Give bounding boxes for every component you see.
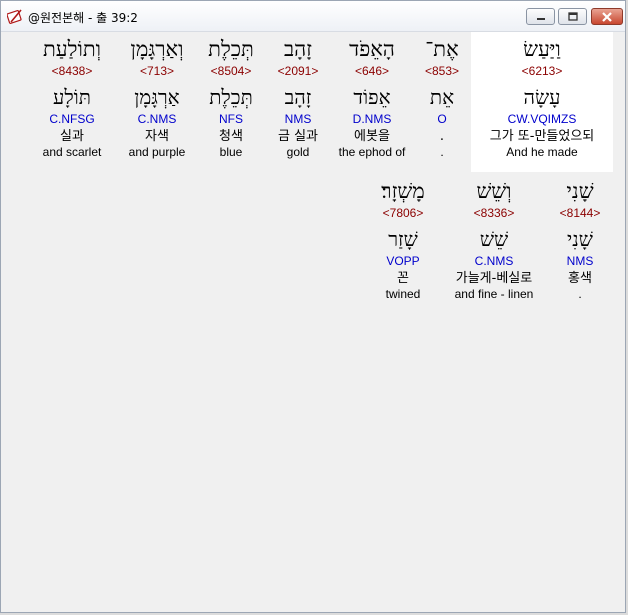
title-bar[interactable]: @원전본해 - 출 39:2 [1,1,625,32]
morphology: NFS [219,112,243,126]
korean-gloss: 실과 [60,129,84,144]
word-weshesh[interactable]: וְשֵׁשׁ <8336> שֵׁשׁ C.NMS 가늘게-베실로 and f… [442,178,546,302]
word-shani[interactable]: שָׁנִי <8144> שָׁנִי NMS 홍색 . [550,178,610,302]
window-title: @원전본해 - 출 39:2 [28,11,138,25]
hebrew-word: שָׁנִי [566,179,594,203]
english-gloss: twined [385,287,421,301]
lemma: שָׁנִי [567,227,593,251]
korean-gloss: 에봇을 [354,129,390,144]
minimize-button[interactable] [526,8,555,25]
lemma: שָׁזַר [388,227,418,251]
lemma: תְּכֵלֶת [209,85,253,109]
strong-number: <8336> [473,206,515,220]
lemma: שֵׁשׁ [479,227,509,251]
english-gloss: And he made [506,145,578,159]
word-weargaman[interactable]: וְאַרְגָּמָן <713> אַרְגָּמָן C.NMS 자색 a… [120,36,194,160]
hebrew-word: תְּכֵלֶת [208,37,254,61]
english-gloss: . [578,287,582,301]
word-wayyaas[interactable]: וַיַּעַשׂ <6213> עָשָׂה CW.VQIMZS 그가 또-만… [471,36,613,160]
word-tekhelet[interactable]: תְּכֵלֶת <8504> תְּכֵלֶת NFS 청색 blue [200,36,262,160]
english-gloss: blue [219,145,243,159]
english-gloss: . [440,145,444,159]
word-haephod[interactable]: הָאֵפֹד <646> אֵפוֹד D.NMS 에봇을 the ephod… [332,36,412,160]
strong-number: <7806> [382,206,424,220]
maximize-icon [567,11,579,22]
hebrew-word: וְשֵׁשׁ [476,179,512,203]
strong-number: <6213> [521,64,563,78]
korean-gloss: 홍색 [568,271,592,286]
lemma: תּוֹלָע [53,85,91,109]
hebrew-word: זָהָב [283,37,313,61]
english-gloss: gold [286,145,310,159]
morphology: NMS [566,254,594,268]
hebrew-word: וְתוֹלַעַת [42,37,102,61]
strong-number: <853> [424,64,460,78]
korean-gloss: 꼰 [397,271,409,286]
hebrew-word: אֶת־ [425,37,459,61]
korean-gloss: 청색 [219,129,243,144]
word-et[interactable]: אֶת־ <853> אֵת O . . [416,36,468,160]
lemma: אֵת [429,85,455,109]
korean-gloss: 금 실과 [277,129,318,144]
word-wetolaat[interactable]: וְתוֹלַעַת <8438> תּוֹלָע C.NFSG 실과 and … [34,36,110,160]
hebrew-word: וְאַרְגָּמָן [130,37,184,61]
strong-number: <8144> [559,206,601,220]
strong-number: <2091> [277,64,319,78]
morphology: D.NMS [352,112,392,126]
english-gloss: and scarlet [42,145,102,159]
hebrew-word: וַיַּעַשׂ [523,37,561,61]
app-window: @원전본해 - 출 39:2 וַיַּעַשׂ <6213> עָשָׂה C… [0,0,626,613]
close-button[interactable] [591,8,623,25]
word-moshzar[interactable]: מָשְׁזָר׃ <7806> שָׁזַר VOPP 꼰 twined [366,178,440,302]
book-pen-icon [6,8,23,24]
strong-number: <646> [354,64,390,78]
korean-gloss: 자색 [145,129,169,144]
word-zahav[interactable]: זָהָב <2091> זָהָב NMS 금 실과 gold [269,36,327,160]
english-gloss: and fine - linen [454,287,534,301]
hebrew-word: הָאֵפֹד [349,37,395,61]
lemma: אֵפוֹד [353,85,391,109]
strong-number: <713> [139,64,175,78]
lemma: עָשָׂה [523,85,561,109]
korean-gloss: 가늘게-베실로 [455,271,533,286]
strong-number: <8438> [51,64,93,78]
morphology: NMS [284,112,312,126]
interlinear-view[interactable]: וַיַּעַשׂ <6213> עָשָׂה CW.VQIMZS 그가 또-만… [6,32,622,610]
minimize-icon [535,12,547,22]
morphology: C.NFSG [49,112,95,126]
strong-number: <8504> [210,64,252,78]
morphology: C.NMS [137,112,177,126]
english-gloss: and purple [128,145,186,159]
morphology: VOPP [386,254,420,268]
hebrew-word: מָשְׁזָר׃ [381,179,425,203]
morphology: C.NMS [474,254,514,268]
lemma: זָהָב [284,85,312,109]
lemma: אַרְגָּמָן [134,85,180,109]
korean-gloss: 그가 또-만들었으되 [489,129,595,144]
maximize-button[interactable] [558,8,587,25]
morphology: O [437,112,447,126]
morphology: CW.VQIMZS [507,112,577,126]
korean-gloss: . [439,129,445,144]
english-gloss: the ephod of [338,145,406,159]
close-icon [601,11,613,22]
